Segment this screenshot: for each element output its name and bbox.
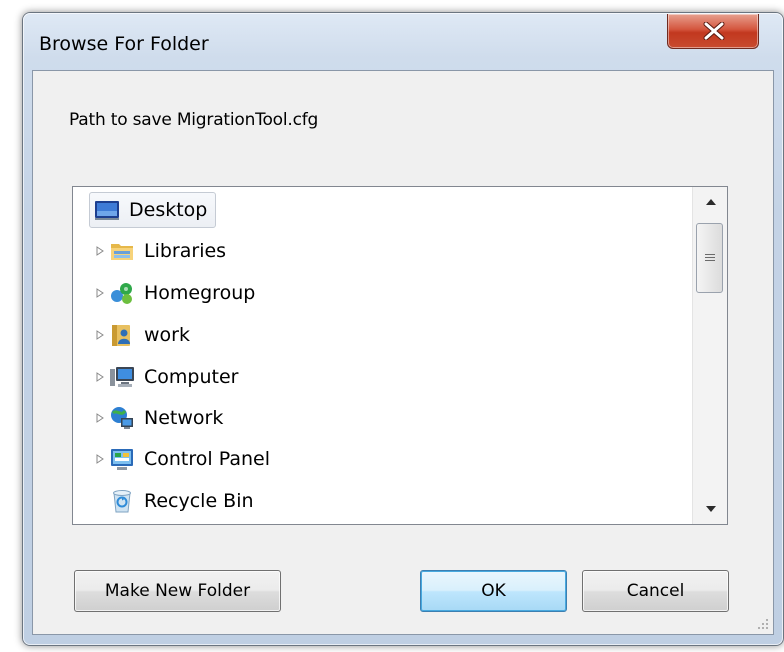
homegroup-icon [111, 283, 132, 304]
expand-arrow-icon[interactable] [93, 244, 107, 258]
tree-item-work[interactable]: work [93, 317, 190, 353]
arrow-down-icon [705, 506, 716, 512]
user-folder-icon [112, 325, 130, 346]
tree-vertical-scrollbar[interactable] [692, 187, 727, 524]
tree-item-homegroup[interactable]: Homegroup [93, 275, 255, 311]
tree-item-recycle-bin[interactable]: Recycle Bin [109, 483, 254, 519]
tree-item-label: Desktop [129, 199, 208, 221]
close-icon [703, 22, 725, 40]
grip-lines-icon [704, 254, 715, 261]
expand-arrow-icon[interactable] [93, 370, 107, 384]
resize-grip-icon[interactable] [755, 616, 769, 630]
tree-item-control-panel[interactable]: Control Panel [93, 441, 270, 477]
ok-button[interactable]: OK [420, 570, 567, 612]
close-button[interactable] [667, 14, 759, 49]
libraries-icon [111, 244, 133, 260]
dialog-client-area: Path to save MigrationTool.cfg Desktop L… [32, 70, 774, 635]
tree-item-label: work [144, 324, 190, 346]
cancel-button[interactable]: Cancel [582, 570, 729, 612]
tree-item-label: Computer [144, 366, 239, 388]
network-icon [111, 407, 133, 429]
tree-item-label: Recycle Bin [144, 490, 254, 512]
expand-arrow-icon[interactable] [93, 286, 107, 300]
arrow-up-icon [705, 199, 716, 205]
browse-for-folder-dialog: Browse For Folder Path to save Migration… [22, 12, 784, 646]
window-title: Browse For Folder [39, 33, 209, 55]
scroll-down-button[interactable] [693, 494, 727, 524]
recycle-bin-icon [113, 490, 131, 513]
tree-item-computer[interactable]: Computer [93, 359, 238, 395]
folder-tree[interactable]: Desktop Libraries Homegroup work Compute… [72, 186, 728, 525]
desktop-icon [95, 201, 119, 220]
tree-item-label: Control Panel [144, 448, 270, 470]
computer-icon [110, 367, 134, 387]
tree-item-label: Network [144, 407, 224, 429]
expand-arrow-icon[interactable] [93, 328, 107, 342]
tree-item-label: Homegroup [144, 282, 256, 304]
control-panel-icon [111, 449, 133, 470]
tree-item-desktop[interactable]: Desktop [89, 192, 217, 228]
tree-item-network[interactable]: Network [93, 400, 223, 436]
instruction-text: Path to save MigrationTool.cfg [69, 110, 319, 130]
expand-arrow-icon[interactable] [93, 452, 107, 466]
tree-item-label: Libraries [144, 240, 227, 262]
tree-item-libraries[interactable]: Libraries [93, 233, 226, 269]
expand-arrow-icon[interactable] [93, 411, 107, 425]
make-new-folder-button[interactable]: Make New Folder [74, 570, 281, 612]
scrollbar-thumb[interactable] [696, 223, 723, 293]
scroll-up-button[interactable] [693, 187, 727, 217]
